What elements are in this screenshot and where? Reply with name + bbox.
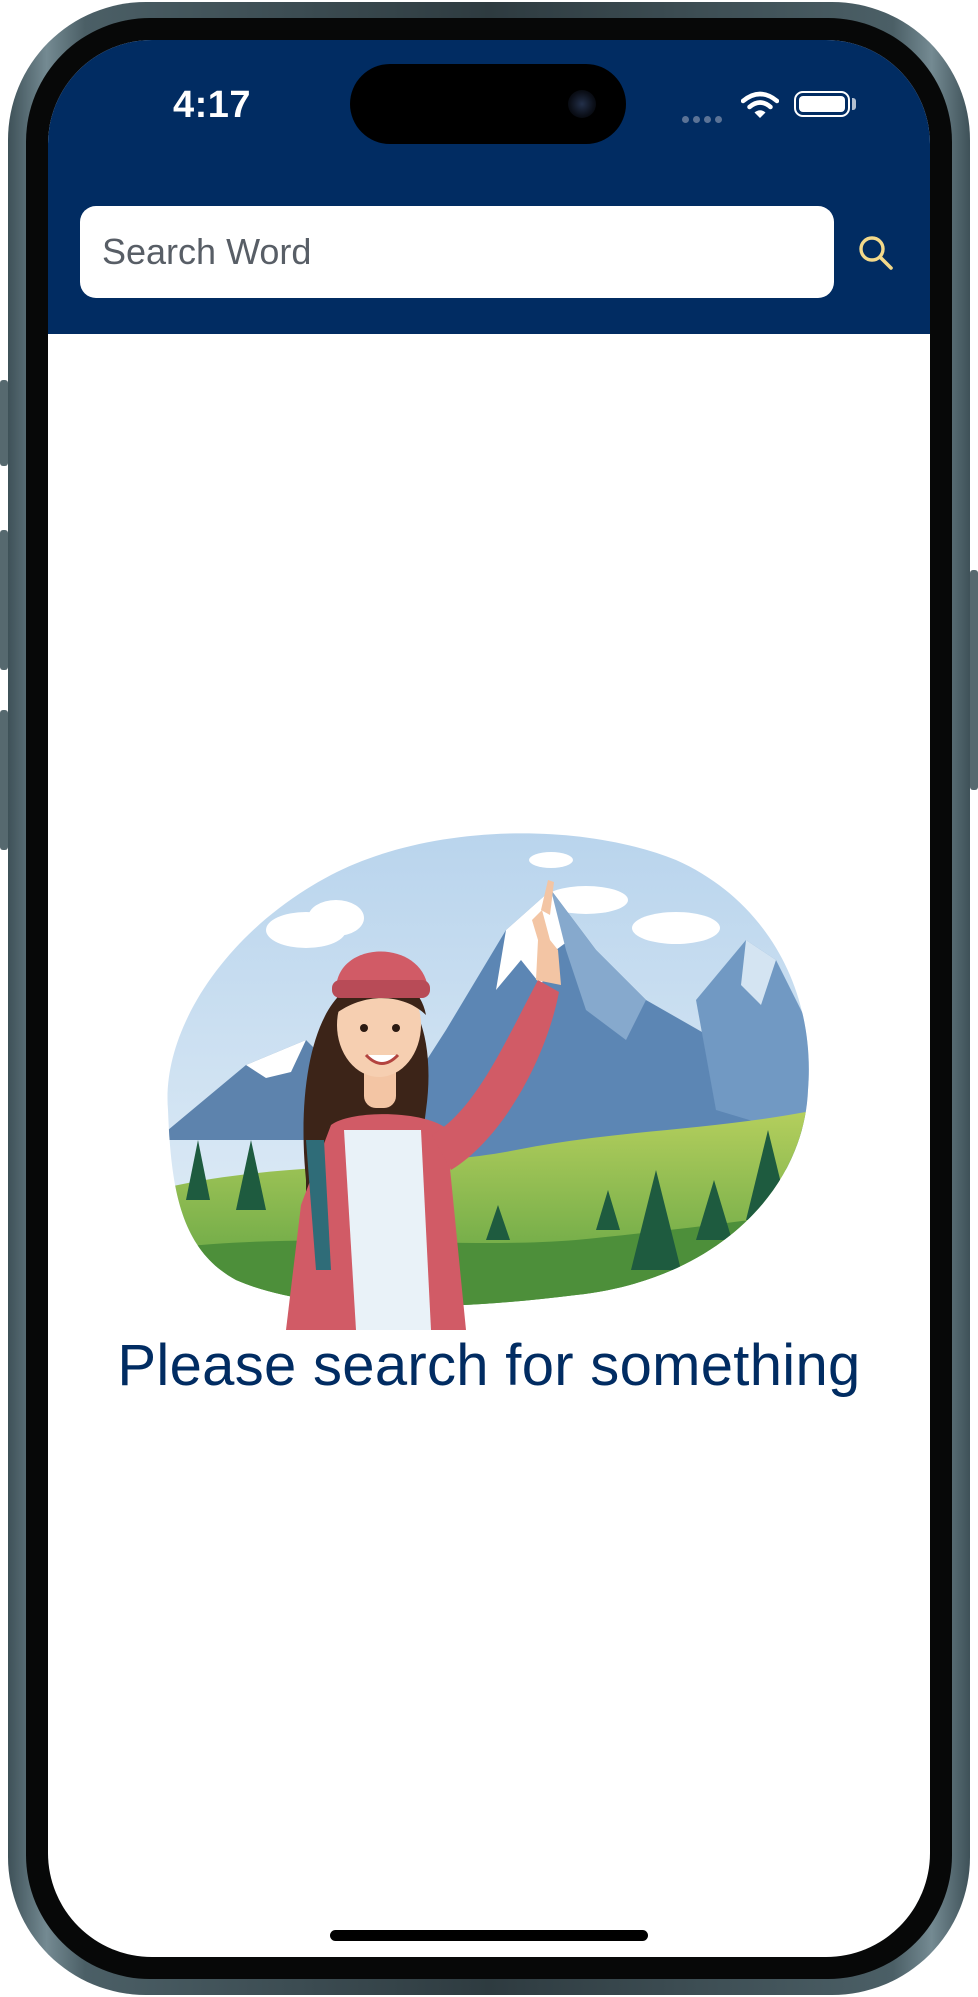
dynamic-island <box>350 64 626 144</box>
power-button <box>970 570 978 790</box>
search-field-container <box>80 206 834 298</box>
wifi-icon <box>741 91 779 118</box>
cellular-signal-icon <box>682 110 726 128</box>
home-indicator[interactable] <box>330 1930 648 1941</box>
volume-up-button <box>0 530 8 670</box>
volume-down-button <box>0 710 8 850</box>
app-screen: 4:17 Search Word Please search for somet… <box>48 40 930 1957</box>
mute-switch <box>0 380 8 466</box>
search-icon <box>859 236 893 270</box>
search-button[interactable] <box>848 225 904 281</box>
empty-state-message: Please search for something <box>117 1333 861 1398</box>
battery-cap <box>852 98 856 110</box>
status-time: 4:17 <box>172 84 252 126</box>
battery-icon <box>794 91 850 117</box>
search-input[interactable] <box>80 206 834 298</box>
app-header: 4:17 <box>48 40 930 334</box>
front-camera <box>568 90 596 118</box>
hiker-illustration <box>167 833 809 1330</box>
